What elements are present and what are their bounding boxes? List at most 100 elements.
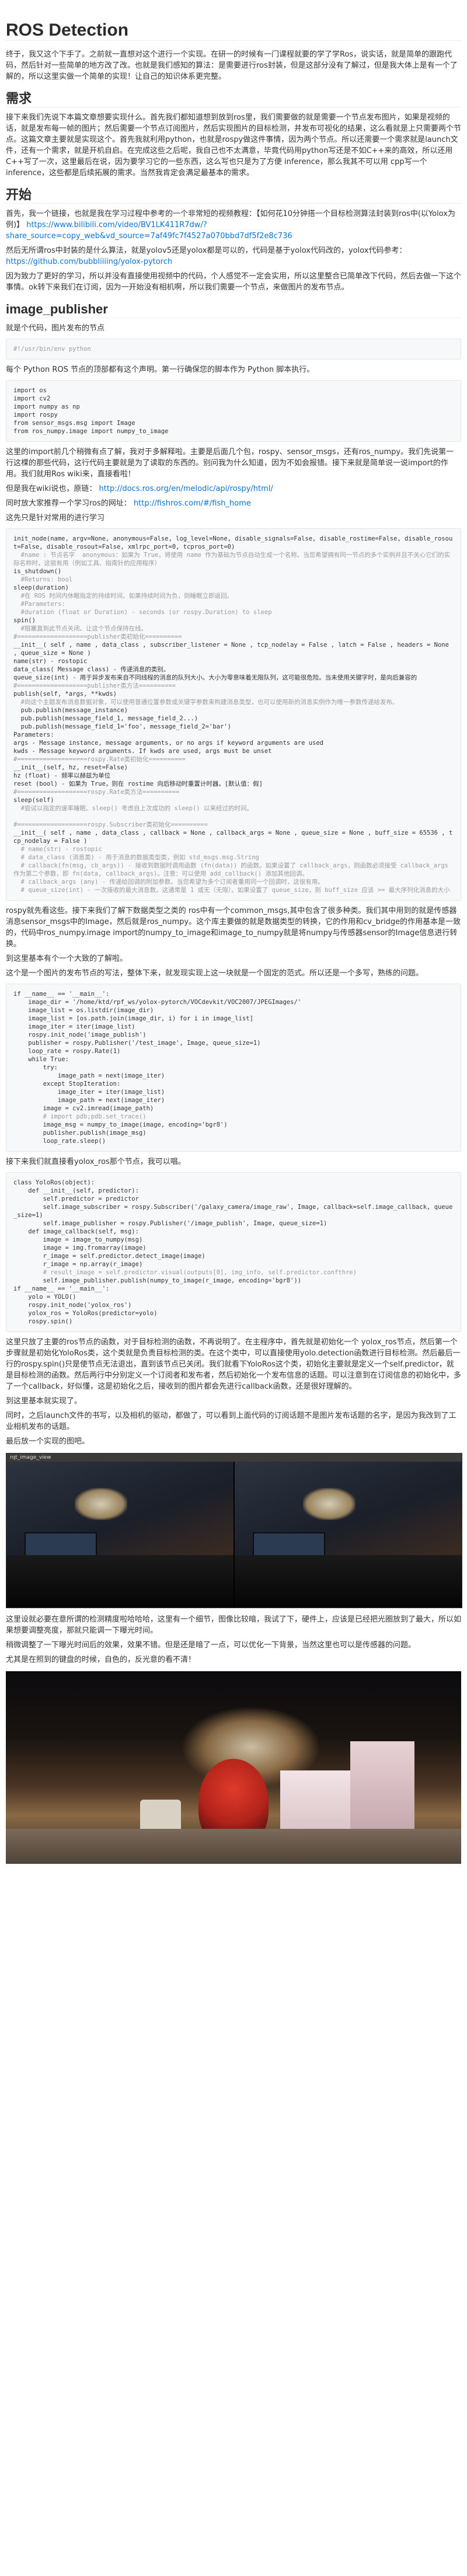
yolo-paragraph-1: 这里只放了主要的ros节点的函数，对于目标检测的函数，不再说明了。在主程序中，首… bbox=[6, 1338, 462, 1391]
code-line: #!/usr/bin/env python bbox=[13, 346, 91, 353]
detection-photo bbox=[6, 1671, 461, 1864]
lamp-glow bbox=[302, 1488, 356, 1520]
ros-docs-link[interactable]: http://docs.ros.org/en/melodic/api/rospy… bbox=[99, 484, 273, 493]
code-line: loop_rate.sleep() bbox=[13, 1138, 106, 1145]
code-line: #向这个主题发布消息数据对象，可以使用普通位置参数或关键字参数来构建消息类型，也… bbox=[13, 699, 399, 706]
desk-shape bbox=[6, 1829, 461, 1864]
code-line: image_list = [os.path.join(image_dir, i)… bbox=[13, 1015, 253, 1022]
code-line: import os bbox=[13, 387, 47, 394]
caption-paragraph-3: 尤其是在照到的键盘的时候，自色的，反光意的看不清！ bbox=[6, 1655, 196, 1664]
yolo-paragraph-2: 到这里基本就实现了。 bbox=[6, 1397, 82, 1406]
code-line: #name : 节点名字 anonymous：如果为 True，将使用 name… bbox=[13, 552, 451, 567]
code-line: Parameters: bbox=[13, 731, 54, 738]
screenshot-titlebar: rqt_image_view bbox=[6, 1453, 462, 1462]
code-line: #在 ROS 时间内休眠指定的持续时间。如果持续时间为负，则睡眠立即返回。 bbox=[13, 592, 234, 599]
code-line: #===================publisher类方法========… bbox=[13, 682, 176, 689]
pub-paragraph-1: 就是个代码，图片发布的节点 bbox=[6, 324, 105, 333]
detection-screenshot: rqt_image_view bbox=[6, 1453, 462, 1608]
code-line: sleep(duration) bbox=[13, 584, 69, 591]
code-line: reset (bool) - 如果为 True，则在 rostime 向后移动时… bbox=[13, 780, 263, 787]
code-line: pub.publish(message_instance) bbox=[13, 707, 128, 714]
code-block-shebang: #!/usr/bin/env python bbox=[6, 339, 461, 360]
import-text-2: 但是我在wiki说也，原链： bbox=[6, 484, 97, 493]
code-line: if __name__ == '__main__': bbox=[13, 1285, 110, 1292]
import-paragraph-2: 但是我在wiki说也，原链： http://docs.ros.org/en/me… bbox=[6, 483, 461, 494]
code-line: import numpy as np bbox=[13, 403, 80, 410]
pub-paragraph-6: 接下来我们就直接看yolox_ros那个节点，我可以唱。 bbox=[6, 1158, 186, 1166]
code-line: image_list = os.listdir(image_dir) bbox=[13, 1007, 154, 1014]
section-heading-start: 开始 bbox=[6, 189, 461, 204]
code-line: self.image_publisher = rospy.Publisher('… bbox=[13, 1220, 327, 1227]
bilibili-link[interactable]: https://www.bilibili.com/video/BV1LK411R… bbox=[6, 221, 292, 240]
desk-shape bbox=[6, 1555, 234, 1608]
code-line: image_iter = iter(image_list) bbox=[13, 1023, 135, 1030]
yolo-paragraph-4: 最后放一个实现的图吧。 bbox=[6, 1437, 90, 1446]
code-line: # callback_args (any) - 传递给回调的附加参数。当您希望为… bbox=[13, 879, 324, 886]
code-line: __init__( self , name , data_class , sub… bbox=[13, 642, 453, 657]
code-line: # callback(fn(msg, cb_args)) - 接收到数据时调用函… bbox=[13, 862, 452, 877]
code-line: __init__( self , name , data_class , cal… bbox=[13, 829, 453, 845]
section-heading-publisher: image_publisher bbox=[6, 303, 461, 318]
code-block-publisher: if __name__ == '__main__': image_dir = '… bbox=[6, 984, 461, 1152]
code-line: rospy.init_node('yolox_ros') bbox=[13, 1302, 132, 1309]
start-paragraph-3: 因为致力了更好的学习，所以并没有直接使用视频中的代码，个人感觉不一定会实用，所以… bbox=[6, 272, 462, 292]
code-line: # queue_size(int) - 一次接收的最大消息数。这通常是 1 或无… bbox=[13, 887, 450, 894]
import-paragraph-3: 同时放大家推荐一个学习ros的网址： http://fishros.com/#/… bbox=[6, 498, 461, 509]
code-line: image = cv2.imread(image_path) bbox=[13, 1105, 154, 1112]
code-block-imports: import os import cv2 import numpy as np imp… bbox=[6, 380, 461, 442]
caption-paragraph-2: 稍微调整了一下曝光时间后的效果，效果不错。但是还是暗了一点，可以优化一下背景，当… bbox=[6, 1641, 416, 1650]
code-line: rospy.spin() bbox=[13, 1318, 73, 1325]
gift-box-shape bbox=[280, 1770, 350, 1835]
code-line: publisher.publish(image_msg) bbox=[13, 1130, 147, 1137]
code-line: rospy.init_node('image_publish') bbox=[13, 1031, 147, 1038]
code-line: from sensor_msgs.msg import Image bbox=[13, 420, 135, 427]
code-line: kwds - Message keyword arguments. If kwd… bbox=[13, 748, 272, 755]
code-line: class YoloRos(object): bbox=[13, 1179, 95, 1186]
code-line: loop_rate = rospy.Rate(1) bbox=[13, 1048, 121, 1055]
code-line: queue_size(int) - 用于异步发布来自不同线程的消息的队列大小。大… bbox=[13, 674, 417, 681]
code-line: def image_callback(self, msg): bbox=[13, 1228, 139, 1235]
section-heading-need: 需求 bbox=[6, 92, 461, 107]
code-line: publisher = rospy.Publisher('/test_image… bbox=[13, 1040, 261, 1047]
code-line: yolox_ros = YoloRos(predictor=yolo) bbox=[13, 1310, 158, 1317]
import-paragraph-4: 这先只是针对常用的进行学习 bbox=[6, 514, 105, 522]
code-line: publish(self, *args, **kwds) bbox=[13, 691, 117, 698]
code-line: image = image_to_numpy(msg) bbox=[13, 1236, 143, 1243]
code-line: hz (float) - 频率以赫兹为单位 bbox=[13, 772, 111, 779]
code-line: r_image = np.array(r_image) bbox=[13, 1261, 143, 1268]
code-line: # name(str) - rostopic bbox=[13, 846, 102, 853]
fishros-link[interactable]: http://fishros.com/#/fish_home bbox=[134, 499, 251, 508]
code-line: import rospy bbox=[13, 412, 58, 419]
import-paragraph-1: 这里的import前几个稍微有点了解，我对于多解释啦。主要是后面几个包，rosp… bbox=[6, 448, 454, 479]
github-link[interactable]: https://github.com/bubbliiiing/yolox-pyt… bbox=[6, 257, 172, 266]
code-line: image_path = next(image_iter) bbox=[13, 1072, 165, 1079]
code-line: __init__(self, hz, reset=False) bbox=[13, 764, 128, 771]
import-text-3: 同时放大家推荐一个学习ros的网址： bbox=[6, 499, 131, 508]
code-line: self.predictor = predictor bbox=[13, 1195, 139, 1202]
code-line: image_iter = iter(image_list) bbox=[13, 1089, 165, 1096]
start-text-2: 然后无所谓ros中封装的是什么算法，就是yolov5还是yolox都是可以的，代… bbox=[6, 246, 407, 255]
code-line: data_class( Message class) - 传递消息的类别。 bbox=[13, 666, 170, 673]
code-line: r_image = self.predictor.detect_image(im… bbox=[13, 1253, 205, 1260]
code-line: image_msg = numpy_to_image(image, encodi… bbox=[13, 1121, 228, 1128]
code-line: is_shutdown() bbox=[13, 568, 62, 575]
camera-view-right bbox=[235, 1462, 462, 1608]
code-line: pub.publish(message_field_1, message_fie… bbox=[13, 715, 198, 722]
code-block-yoloros: class YoloRos(object): def __init__(self… bbox=[6, 1172, 461, 1332]
desk-shape bbox=[235, 1555, 462, 1608]
code-line: #===================rospy.Subscriber类初始化… bbox=[13, 821, 208, 828]
code-line: #Parameters: bbox=[13, 601, 65, 608]
code-block-rospy-api: init_node(name, argv=None, anonymous=Fal… bbox=[6, 528, 461, 901]
code-line: import cv2 bbox=[13, 395, 51, 402]
page-title: ROS Detection bbox=[6, 22, 461, 41]
caption-paragraph-1: 这里设就必要在意所谓的检测精度啦哈哈哈，这里有一个细节，图像比较暗，我试了下，硬… bbox=[6, 1615, 462, 1635]
code-line: # data_class (消息类) - 用于消息的数据类型类，例如 std_m… bbox=[13, 854, 259, 861]
code-line: #===================rospy.Rate类初始化======… bbox=[13, 756, 186, 763]
code-line: #阻塞直到此节点关闭。让这个节点保持在线。 bbox=[13, 625, 147, 632]
code-line: name(str) - rostopic bbox=[13, 658, 88, 665]
code-line: #尝试以指定的速率睡眠。sleep() 考虑自上次成功的 sleep() 以来经… bbox=[13, 805, 253, 812]
code-line: init_node(name, argv=None, anonymous=Fal… bbox=[13, 535, 453, 550]
code-line: # import pdb;pdb.set_trace() bbox=[13, 1113, 147, 1120]
code-line: image = img.fromarray(image) bbox=[13, 1245, 147, 1252]
